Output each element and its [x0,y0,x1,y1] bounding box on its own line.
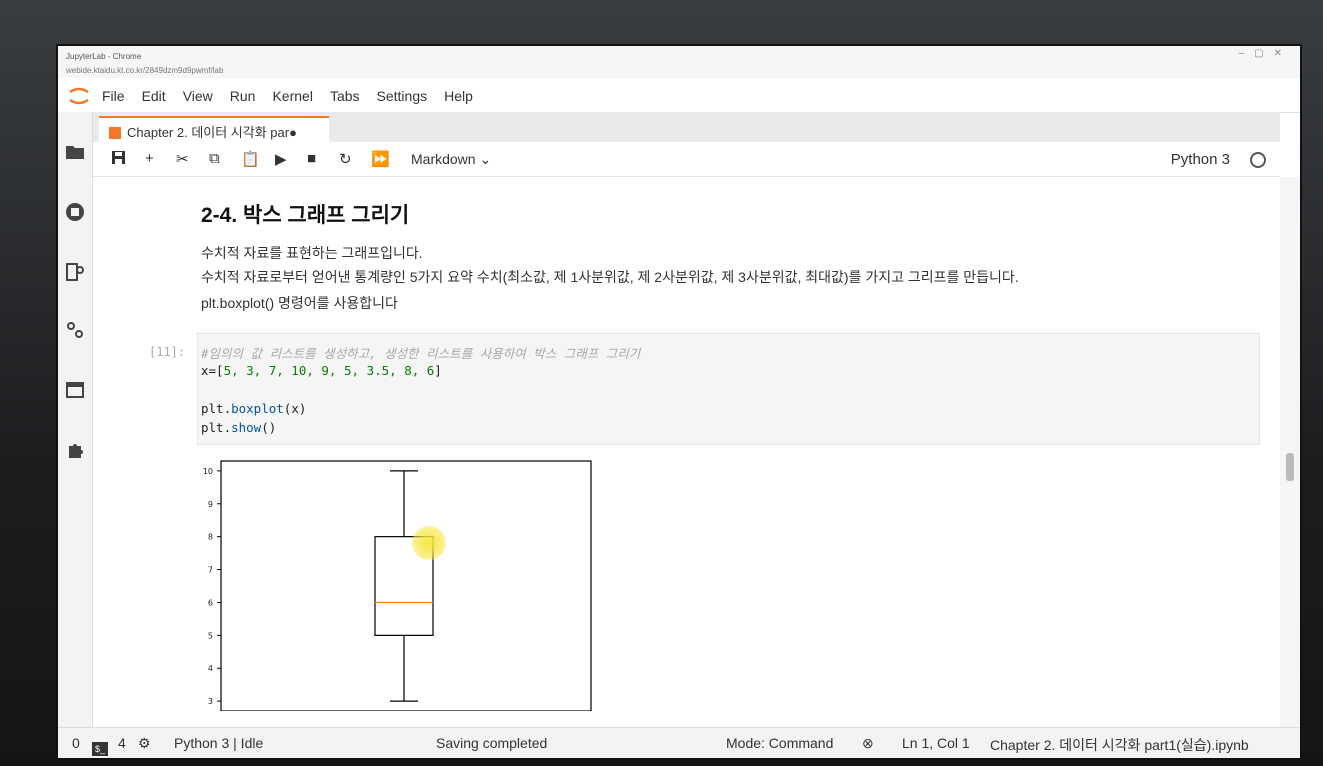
menu-edit[interactable]: Edit [142,88,166,104]
code-x-values: 5, 3, 7, 10, 9, 5, 3.5, 8, 6 [223,363,435,378]
mouse-cursor-highlight [412,526,446,560]
tab-notebook[interactable]: Chapter 2. 데이터 시각화 par● [99,116,329,142]
browser-url[interactable]: webide.ktaidu.kt.co.kr/2849dzm9d9pwmf/la… [66,66,223,75]
y-tick-label: 10 [203,467,213,476]
cursor-position[interactable]: Ln 1, Col 1 [902,735,970,751]
screen: JupyterLab - Chrome webide.ktaidu.kt.co.… [58,46,1300,758]
menubar: File Edit View Run Kernel Tabs Settings … [58,78,1300,113]
menu-tabs[interactable]: Tabs [330,88,360,104]
scrollbar-thumb[interactable] [1286,453,1294,481]
notebook-panel: 2-4. 박스 그래프 그리기 수치적 자료를 표현하는 그래프입니다. 수치적… [93,177,1280,728]
status-zero[interactable]: 0 [72,735,80,751]
mode-indicator[interactable]: Mode: Command [726,735,833,751]
cell-prompt: [11]: [149,345,186,359]
status-bar: 0 $_ 4 ⚙ Python 3 | Idle Saving complete… [58,727,1300,758]
save-icon[interactable] [111,150,126,169]
code-line-show: plt.show() [201,420,276,435]
menu-kernel[interactable]: Kernel [272,88,312,104]
menu-file[interactable]: File [102,88,125,104]
code-show-args: () [261,420,277,435]
window-controls[interactable]: –▢✕ [1239,48,1292,59]
code-boxplot-fn: boxplot [231,401,284,416]
file-name: Chapter 2. 데이터 시각화 part1(실습).ipynb [990,737,1249,753]
code-line-boxplot: plt.boxplot(x) [201,401,306,416]
y-tick-label: 7 [208,566,213,575]
y-tick-label: 8 [208,533,213,542]
terminal-count[interactable]: 4 [118,735,126,751]
y-tick-label: 3 [208,697,213,706]
kernel-name[interactable]: Python 3 [1171,151,1230,168]
add-cell-icon[interactable]: + [145,150,154,167]
menu: File Edit View Run Kernel Tabs Settings … [102,88,490,104]
code-x-prefix: x=[ [201,363,224,378]
markdown-line-3: plt.boxplot() 명령어를 사용합니다 [201,295,398,311]
plot-frame [220,460,592,711]
code-plt-2: plt. [201,420,232,435]
code-comment: #임의의 값 리스트를 생성하고, 생성한 리스트를 사용하여 박스 그래프 그… [201,346,641,361]
y-tick-label: 4 [208,664,213,673]
code-boxplot-args: (x) [283,401,307,416]
y-tick-label: 9 [208,500,213,509]
browser-chrome: JupyterLab - Chrome webide.ktaidu.kt.co.… [58,46,1300,79]
code-show-fn: show [231,420,262,435]
section-heading: 2-4. 박스 그래프 그리기 [201,204,410,227]
stop-icon[interactable]: ■ [307,150,316,167]
menu-run[interactable]: Run [230,88,256,104]
menu-help[interactable]: Help [444,88,473,104]
commands-icon[interactable] [65,262,85,282]
cut-icon[interactable]: ✂ [176,150,189,168]
tabs-icon[interactable] [65,380,85,400]
jupyter-logo-icon [68,84,89,106]
paste-icon[interactable]: 📋 [241,150,260,168]
y-tick-label: 5 [208,631,213,640]
kernel-gear-icon: ⚙ [138,735,151,751]
kernel-state[interactable]: Python 3 | Idle [174,735,263,751]
markdown-line-1: 수치적 자료를 표현하는 그래프입니다. [201,245,423,261]
tab-label: Chapter 2. 데이터 시각화 par● [127,125,297,140]
menu-view[interactable]: View [183,88,213,104]
vertical-scrollbar[interactable] [1280,177,1300,728]
property-inspector-icon[interactable] [65,320,85,340]
kernel-status-icon [1250,152,1266,168]
browser-title: JupyterLab - Chrome [66,52,142,61]
left-sidebar [58,112,93,728]
menu-settings[interactable]: Settings [377,88,428,104]
code-x-suffix: ] [434,363,442,378]
folder-icon[interactable] [65,142,85,162]
tab-bar: Chapter 2. 데이터 시각화 par● [93,112,1280,142]
code-line-x: x=[5, 3, 7, 10, 9, 5, 3.5, 8, 6] [201,363,442,378]
code-plt-1: plt. [201,401,232,416]
boxplot-output: 3 4 5 6 7 8 9 10 [203,460,592,711]
markdown-line-2: 수치적 자료로부터 얻어낸 통계량인 5가지 요약 수치(최소값, 제 1사분위… [201,269,1019,285]
notification-icon[interactable]: ⊗ [862,735,874,752]
run-all-icon[interactable]: ⏩ [371,150,390,168]
cell-type-select[interactable]: Markdown ⌄ [411,151,491,168]
running-icon[interactable] [65,202,85,222]
run-icon[interactable]: ▶ [275,150,287,168]
restart-icon[interactable]: ↻ [339,150,352,168]
notebook-icon [109,127,121,139]
notebook-toolbar: + ✂ ⧉ 📋 ▶ ■ ↻ ⏩ Markdown ⌄ Python 3 [93,142,1280,177]
save-state: Saving completed [436,735,548,751]
extension-icon[interactable] [65,440,85,460]
copy-icon[interactable]: ⧉ [209,150,220,167]
y-tick-label: 6 [208,598,213,607]
